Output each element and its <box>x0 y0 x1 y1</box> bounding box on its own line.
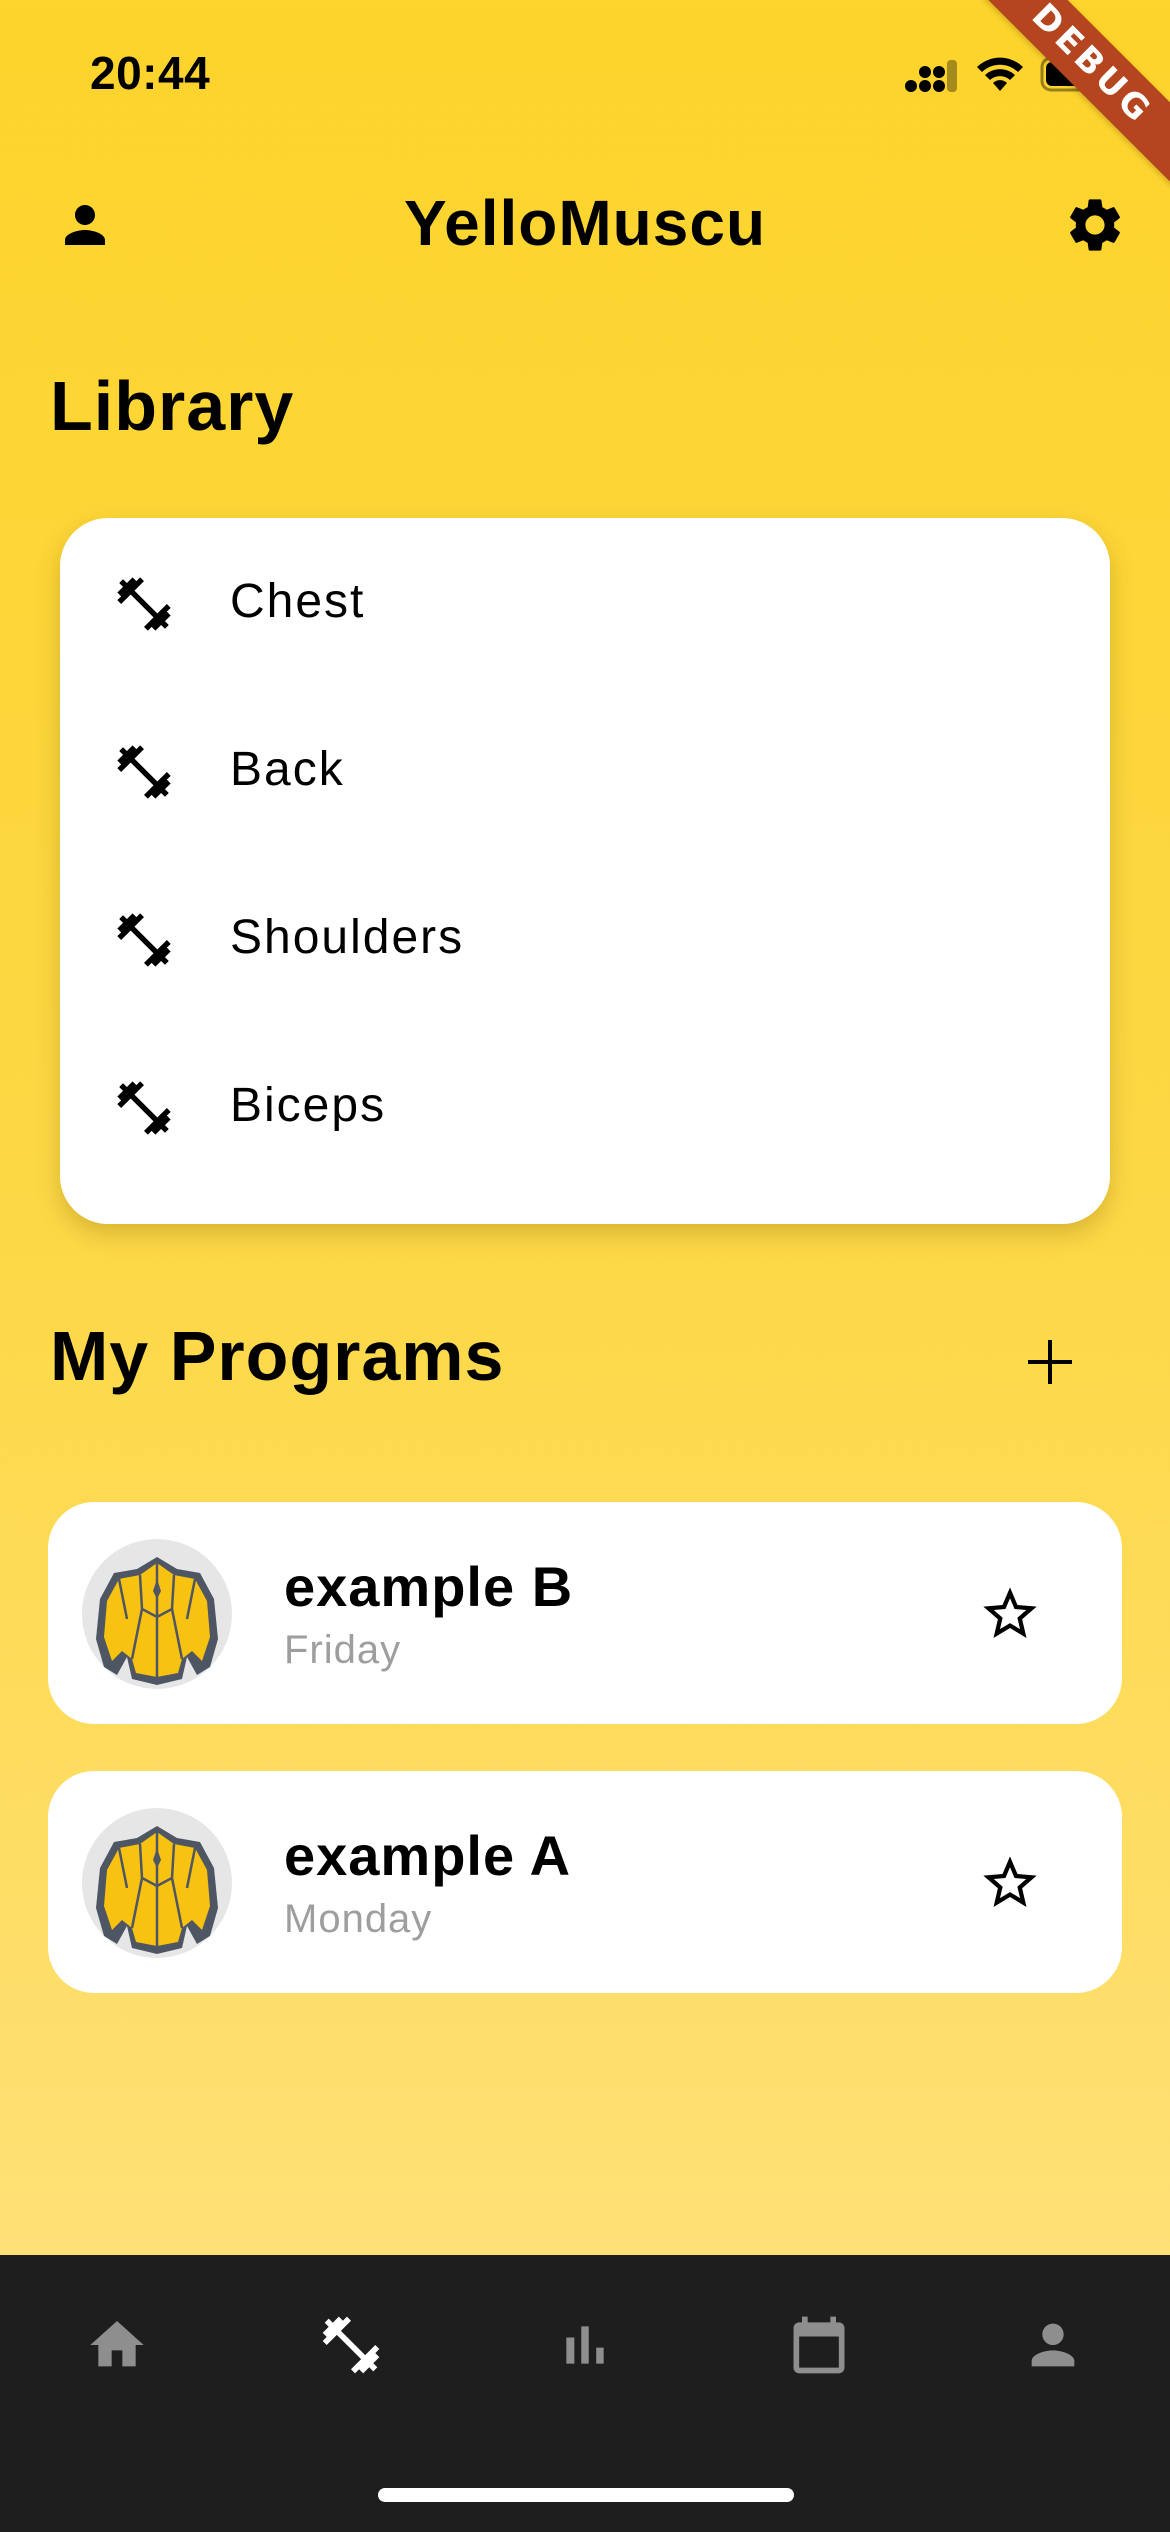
library-item-back[interactable]: Back <box>60 686 1110 854</box>
program-name: example B <box>284 1555 574 1618</box>
signal-icon <box>904 58 960 99</box>
star-outline-icon[interactable] <box>978 1851 1042 1915</box>
back-muscles-icon <box>96 1557 218 1685</box>
nav-home[interactable] <box>57 2295 177 2395</box>
library-item-chest[interactable]: Chest <box>60 518 1110 686</box>
library-card: Chest Back Shoulders Biceps <box>60 518 1110 1224</box>
nav-profile[interactable] <box>993 2295 1113 2395</box>
library-item-shoulders[interactable]: Shoulders <box>60 854 1110 1022</box>
back-muscles-icon <box>96 1826 218 1954</box>
home-indicator <box>378 2488 794 2502</box>
program-card[interactable]: example B Friday <box>48 1502 1122 1724</box>
program-name: example A <box>284 1824 572 1887</box>
library-item-label: Biceps <box>230 1079 387 1132</box>
library-item-label: Shoulders <box>230 911 465 964</box>
program-avatar <box>82 1808 232 1958</box>
program-day: Friday <box>284 1628 402 1672</box>
nav-calendar[interactable] <box>759 2295 879 2395</box>
library-title: Library <box>50 367 295 445</box>
debug-banner: DEBUG <box>951 0 1170 205</box>
calendar-icon <box>793 2316 845 2374</box>
app-title: YelloMuscu <box>403 187 767 259</box>
library-item-label: Chest <box>230 575 366 628</box>
add-program-button[interactable] <box>1010 1322 1090 1402</box>
program-card[interactable]: example A Monday <box>48 1771 1122 1993</box>
dumbbell-icon <box>117 577 171 631</box>
status-time: 20:44 <box>90 47 211 99</box>
star-outline-icon[interactable] <box>978 1582 1042 1646</box>
program-avatar <box>82 1539 232 1689</box>
home-icon <box>90 2321 144 2367</box>
dumbbell-icon <box>117 745 171 799</box>
settings-button[interactable] <box>1060 190 1130 260</box>
dumbbell-icon <box>117 1081 171 1135</box>
gear-icon <box>1070 199 1120 251</box>
library-item-biceps[interactable]: Biceps <box>60 1022 1110 1190</box>
program-day: Monday <box>284 1897 433 1941</box>
programs-title: My Programs <box>50 1317 505 1395</box>
person-icon <box>1031 2323 1075 2367</box>
wifi-icon <box>975 55 1025 100</box>
dumbbell-icon <box>117 913 171 967</box>
dumbbell-icon <box>322 2316 380 2374</box>
nav-stats[interactable] <box>525 2295 645 2395</box>
plus-icon <box>1028 1340 1072 1384</box>
bar-chart-icon <box>566 2326 604 2364</box>
library-item-label: Back <box>230 743 345 796</box>
nav-workouts[interactable] <box>291 2295 411 2395</box>
